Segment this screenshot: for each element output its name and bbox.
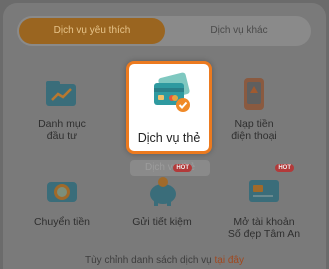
tile-investment[interactable]: Danh mục đầu tư xyxy=(17,74,107,142)
footer-text: Tùy chỉnh danh sách dịch vụ xyxy=(85,255,215,266)
hot-badge: HOT xyxy=(275,164,294,172)
tab-favorites[interactable]: Dịch vụ yêu thích xyxy=(19,18,165,44)
transfer-icon xyxy=(42,172,82,212)
tile-open-account[interactable]: HOT Mở tài khoản Số đẹp Tâm An xyxy=(219,164,309,240)
hot-badge: HOT xyxy=(173,164,192,172)
tab-other-services[interactable]: Dịch vụ khác xyxy=(167,16,311,46)
tile-transfer[interactable]: Chuyển tiền xyxy=(17,172,107,228)
account-card-icon: HOT xyxy=(244,164,294,212)
folder-chart-icon xyxy=(42,74,82,114)
service-tabs: Dịch vụ yêu thích Dịch vụ khác xyxy=(17,16,311,46)
tile-savings[interactable]: HOT Gửi tiết kiệm xyxy=(117,164,207,228)
tile-investment-label: Danh mục đầu tư xyxy=(38,118,86,142)
tile-topup[interactable]: Nạp tiền điện thoại xyxy=(209,74,299,142)
phone-topup-icon xyxy=(234,74,274,114)
tile-card-service[interactable]: Dịch vụ thẻ xyxy=(126,61,212,154)
footer-link[interactable]: tại đây xyxy=(215,255,244,266)
customize-footer: Tùy chỉnh danh sách dịch vụ tại đây xyxy=(0,255,329,266)
tile-open-account-label: Mở tài khoản Số đẹp Tâm An xyxy=(227,216,301,240)
piggy-bank-icon: HOT xyxy=(142,164,192,212)
tile-topup-label: Nạp tiền điện thoại xyxy=(231,118,277,142)
tile-transfer-label: Chuyển tiền xyxy=(33,216,91,228)
tile-card-service-label: Dịch vụ thẻ xyxy=(137,131,201,145)
card-service-icon xyxy=(150,71,194,115)
tile-savings-label: Gửi tiết kiệm xyxy=(132,216,192,228)
